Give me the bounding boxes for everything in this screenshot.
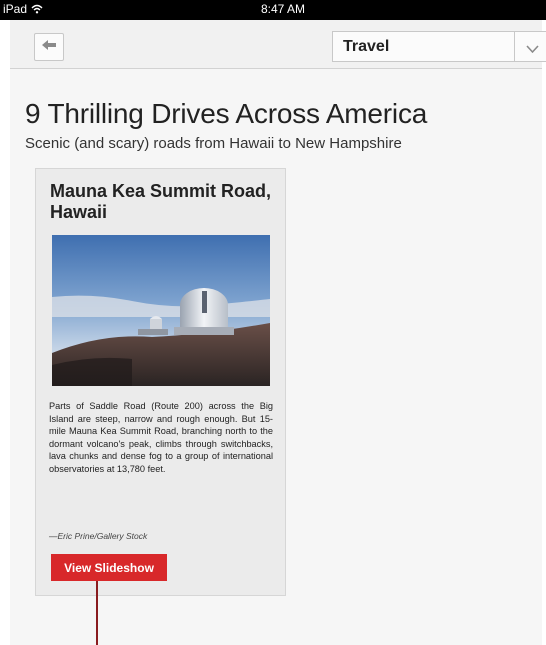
back-arrow-icon bbox=[41, 38, 57, 56]
section-dropdown-value: Travel bbox=[343, 38, 390, 55]
callout-line bbox=[96, 581, 98, 645]
back-button[interactable] bbox=[34, 33, 64, 61]
drive-card: Mauna Kea Summit Road, Hawaii Parts of S… bbox=[35, 168, 286, 596]
section-dropdown[interactable]: Travel bbox=[332, 31, 546, 62]
article-title: 9 Thrilling Drives Across America bbox=[25, 98, 428, 129]
view-slideshow-button[interactable]: View Slideshow bbox=[51, 554, 167, 581]
chevron-down-icon bbox=[526, 41, 539, 59]
status-bar: iPad 8:47 AM bbox=[0, 0, 546, 20]
dropdown-divider bbox=[514, 32, 515, 61]
observatory-photo bbox=[52, 235, 270, 386]
article-subtitle: Scenic (and scary) roads from Hawaii to … bbox=[25, 135, 402, 152]
top-toolbar: Travel bbox=[10, 20, 546, 69]
photo-credit: —Eric Prine/Gallery Stock bbox=[49, 531, 148, 541]
card-title: Mauna Kea Summit Road, Hawaii bbox=[50, 181, 272, 222]
status-time: 8:47 AM bbox=[260, 2, 306, 16]
card-description: Parts of Saddle Road (Route 200) across … bbox=[49, 401, 273, 474]
